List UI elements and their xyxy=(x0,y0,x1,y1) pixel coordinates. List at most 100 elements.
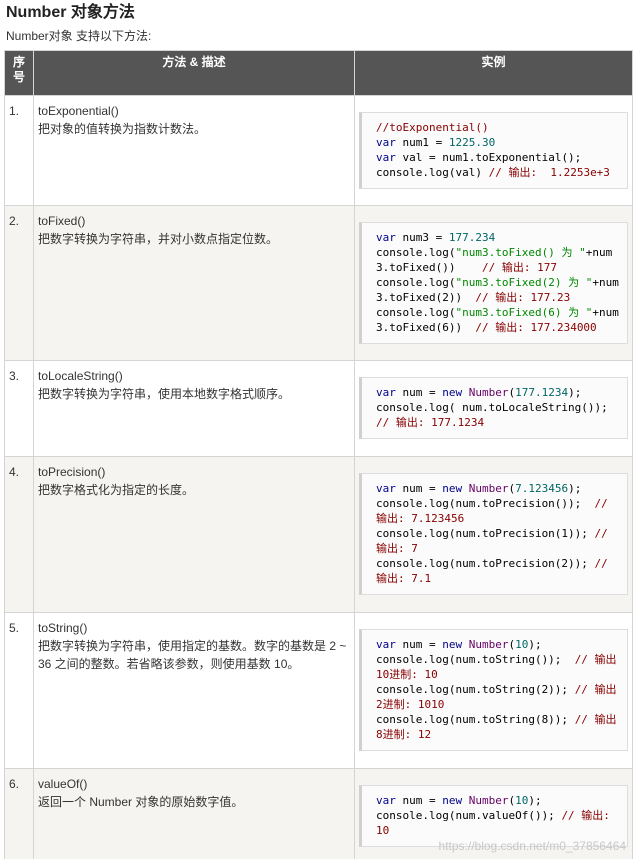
header-index: 序号 xyxy=(4,50,34,96)
code-token: //toExponential() xyxy=(376,121,489,134)
code-token: Number xyxy=(468,794,509,807)
code-token: // 输出: 177 xyxy=(481,261,557,274)
method-cell: toFixed() 把数字转换为字符串，并对小数点指定位数。 xyxy=(33,205,355,361)
method-name: toLocaleString() xyxy=(38,369,123,383)
code-line: var val = num1.toExponential(); xyxy=(376,150,623,165)
header-method-description: 方法 & 描述 xyxy=(33,50,355,96)
code-token: num = xyxy=(395,386,443,399)
code-token: 177.234 xyxy=(448,231,496,244)
method-name: valueOf() xyxy=(38,777,88,791)
code-line: var num = new Number(177.1234); xyxy=(376,385,623,400)
code-token: "num3.toFixed() 为 " xyxy=(455,246,586,259)
table-body: 1. toExponential() 把对象的值转换为指数计数法。 //toExpon… xyxy=(4,95,633,859)
code-line: console.log("num3.toFixed(2) 为 "+num3.to… xyxy=(376,275,623,305)
code-token: console.log( num.toLocaleString()); xyxy=(376,401,608,414)
code-token: 7.123456 xyxy=(515,482,569,495)
code-token: ); xyxy=(568,482,582,495)
method-cell: toString() 把数字转换为字符串，使用指定的基数。数字的基数是 2 ~ 3… xyxy=(33,612,355,769)
code-token: ); xyxy=(528,638,542,651)
table-row: 1. toExponential() 把对象的值转换为指数计数法。 //toExpon… xyxy=(4,95,633,206)
code-token: num1 = xyxy=(395,136,449,149)
code-token: 1225.30 xyxy=(448,136,496,149)
code-token: Number xyxy=(468,638,509,651)
example-cell: var num3 = 177.234 console.log("num3.toFi… xyxy=(354,205,633,361)
example-cell: //toExponential() var num1 = 1225.30 var v… xyxy=(354,95,633,206)
method-name: toPrecision() xyxy=(38,465,106,479)
code-line: console.log(num.toString(2)); // 输出2进制: … xyxy=(376,682,623,712)
method-cell: toExponential() 把对象的值转换为指数计数法。 xyxy=(33,95,355,206)
code-line: var num3 = 177.234 xyxy=(376,230,623,245)
method-description: 把数字转换为字符串，并对小数点指定位数。 xyxy=(38,232,279,246)
code-token: var xyxy=(376,386,396,399)
code-token: var xyxy=(376,482,396,495)
code-token: 177.1234 xyxy=(515,386,569,399)
code-token: new xyxy=(442,794,463,807)
code-token: var xyxy=(376,151,396,164)
method-description: 把数字格式化为指定的长度。 xyxy=(38,483,195,497)
code-token: // 输出: 177.234000 xyxy=(475,321,597,334)
code-token: "num3.toFixed(6) 为 " xyxy=(455,306,593,319)
code-token: ); xyxy=(568,386,582,399)
method-cell: valueOf() 返回一个 Number 对象的原始数字值。 xyxy=(33,768,355,859)
table-row: 4. toPrecision() 把数字格式化为指定的长度。 var num = ne… xyxy=(4,456,633,613)
code-line: console.log(num.toPrecision()); // 输出: 7… xyxy=(376,496,623,526)
code-token: ); xyxy=(528,794,542,807)
code-line: console.log(num.toString()); // 输出10进制: … xyxy=(376,652,623,682)
code-token: Number xyxy=(468,482,509,495)
table-row: 3. toLocaleString() 把数字转换为字符串，使用本地数字格式顺序。 v… xyxy=(4,360,633,457)
code-line: console.log("num3.toFixed() 为 "+num3.toF… xyxy=(376,245,623,275)
code-token: // 输出: 1.2253e+3 xyxy=(488,166,610,179)
code-line: var num = new Number(7.123456); xyxy=(376,481,623,496)
method-cell: toLocaleString() 把数字转换为字符串，使用本地数字格式顺序。 xyxy=(33,360,355,457)
code-example: var num = new Number(10); console.log(num… xyxy=(359,785,628,847)
code-token: num3 = xyxy=(395,231,449,244)
row-index: 2. xyxy=(4,205,34,361)
code-token: num = xyxy=(395,638,443,651)
method-cell: toPrecision() 把数字格式化为指定的长度。 xyxy=(33,456,355,613)
row-index: 1. xyxy=(4,95,34,206)
code-token: console.log(num.toString()); xyxy=(376,653,575,666)
code-token: console.log(num.toPrecision()); xyxy=(376,497,595,510)
code-token: var xyxy=(376,231,396,244)
code-token: val = num1.toExponential(); xyxy=(395,151,582,164)
code-token: // 输出: 177.23 xyxy=(475,291,571,304)
code-token: var xyxy=(376,638,396,651)
code-example: var num = new Number(7.123456); console.l… xyxy=(359,473,628,595)
row-index: 5. xyxy=(4,612,34,769)
code-token: new xyxy=(442,386,463,399)
code-line: console.log(val) // 输出: 1.2253e+3 xyxy=(376,165,623,180)
code-line: var num = new Number(10); xyxy=(376,793,623,808)
code-token: console.log(num.toString(2)); xyxy=(376,683,575,696)
code-token: num = xyxy=(395,794,443,807)
watermark: https://blog.csdn.net/m0_37856464 xyxy=(438,839,626,853)
code-token: console.log( xyxy=(376,246,456,259)
code-token: console.log(num.toPrecision(2)); xyxy=(376,557,595,570)
code-token: var xyxy=(376,136,396,149)
code-token: console.log( xyxy=(376,276,456,289)
code-line: console.log( num.toLocaleString()); xyxy=(376,400,623,415)
code-line: console.log(num.toPrecision(1)); // 输出: … xyxy=(376,526,623,556)
code-example: var num = new Number(177.1234); console.l… xyxy=(359,377,628,439)
code-token: num = xyxy=(395,482,443,495)
code-token: console.log(val) xyxy=(376,166,489,179)
row-index: 3. xyxy=(4,360,34,457)
table-header-row: 序号 方法 & 描述 实例 xyxy=(4,50,633,96)
code-line: // 输出: 177.1234 xyxy=(376,415,623,430)
code-line: //toExponential() xyxy=(376,120,623,135)
code-example: var num = new Number(10); console.log(num… xyxy=(359,629,628,751)
page-subtitle: Number对象 支持以下方法: xyxy=(6,29,152,43)
methods-table: 序号 方法 & 描述 实例 1. toExponential() 把对象的值转换为指… xyxy=(4,50,633,859)
row-index: 4. xyxy=(4,456,34,613)
code-line: var num1 = 1225.30 xyxy=(376,135,623,150)
method-name: toFixed() xyxy=(38,214,86,228)
code-example: var num3 = 177.234 console.log("num3.toFi… xyxy=(359,222,628,344)
header-example: 实例 xyxy=(354,50,633,96)
code-line: console.log(num.valueOf()); // 输出: 10 xyxy=(376,808,623,838)
method-description: 把数字转换为字符串，使用指定的基数。数字的基数是 2 ~ 36 之间的整数。若省… xyxy=(38,639,347,671)
page-title: Number 对象方法 xyxy=(6,4,135,21)
code-token: new xyxy=(442,482,463,495)
method-description: 把对象的值转换为指数计数法。 xyxy=(38,122,207,136)
